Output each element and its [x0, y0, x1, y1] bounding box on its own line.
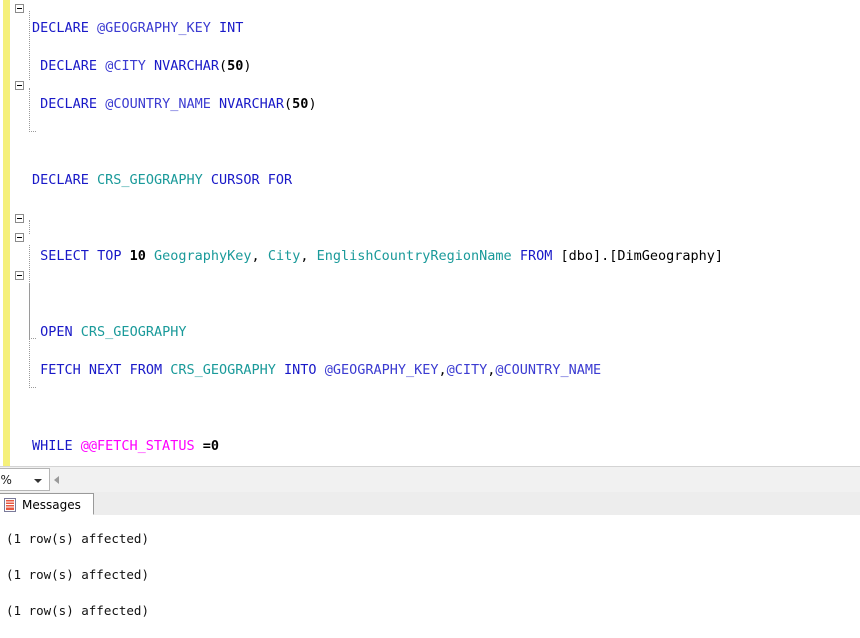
token-number: 50	[292, 96, 309, 112]
token-identifier: CRS_GEOGRAPHY	[170, 362, 276, 378]
code-line-1: DECLARE @GEOGRAPHY_KEY INT	[32, 19, 860, 38]
results-tabstrip: Messages	[0, 492, 860, 516]
fold-toggle-begin[interactable]	[15, 233, 24, 242]
token-keyword: NEXT	[88, 362, 122, 378]
fold-rail	[29, 88, 30, 132]
code-line-2: DECLARE @CITY NVARCHAR(50)	[32, 57, 860, 76]
token-variable: @CITY	[446, 362, 488, 378]
message-line: (1 row(s) affected)	[6, 603, 149, 618]
token-punct: ,	[300, 248, 309, 264]
token-number: 10	[129, 248, 146, 264]
code-line-9: OPEN CRS_GEOGRAPHY	[32, 323, 860, 342]
code-line-3: DECLARE @COUNTRY_NAME NVARCHAR(50)	[32, 95, 860, 114]
scroll-left-arrow-icon[interactable]	[54, 476, 59, 484]
token-variable: @COUNTRY_NAME	[105, 96, 211, 112]
token-keyword: INTO	[284, 362, 317, 378]
token-keyword: TOP	[97, 248, 122, 264]
token-variable: @CITY	[105, 58, 146, 74]
token-keyword: DECLARE	[32, 20, 89, 36]
token-identifier: GeographyKey	[154, 248, 252, 264]
token-punct: (	[219, 58, 228, 74]
token-keyword: DECLARE	[40, 96, 98, 112]
token-variable: @GEOGRAPHY_KEY	[324, 362, 439, 378]
token-keyword: INT	[218, 20, 244, 36]
token-keyword: CURSOR	[210, 172, 260, 188]
code-line-7: SELECT TOP 10 GeographyKey, City, Englis…	[32, 247, 860, 266]
fold-rail	[29, 220, 30, 234]
token-object: [dbo].[DimGeography]	[560, 248, 724, 264]
code-line-10: FETCH NEXT FROM CRS_GEOGRAPHY INTO @GEOG…	[32, 361, 860, 380]
token-punct: )	[243, 58, 252, 74]
message-line: (1 row(s) affected)	[6, 567, 149, 582]
token-identifier: CRS_GEOGRAPHY	[97, 172, 203, 188]
token-keyword: SELECT	[40, 248, 89, 264]
messages-document-icon	[4, 498, 16, 512]
results-pane: Messages (1 row(s) affected) (1 row(s) a…	[0, 492, 860, 638]
unsaved-change-bar	[3, 0, 10, 466]
token-keyword: FOR	[267, 172, 293, 188]
fold-toggle-insert[interactable]	[15, 271, 24, 280]
token-number: 50	[227, 58, 244, 74]
token-keyword: DECLARE	[40, 58, 98, 74]
token-keyword: WHILE	[32, 438, 73, 454]
fold-toggle-declare-cursor[interactable]	[15, 81, 24, 90]
editor-status-bar: 0 %	[0, 466, 860, 494]
fold-rail	[29, 11, 30, 80]
tab-messages-label: Messages	[22, 498, 81, 512]
token-keyword: FROM	[519, 248, 553, 264]
token-keyword: NVARCHAR	[153, 58, 219, 74]
token-identifier: CRS_GEOGRAPHY	[80, 324, 187, 340]
sql-code-text[interactable]: DECLARE @GEOGRAPHY_KEY INT DECLARE @CITY…	[32, 0, 860, 466]
tab-messages[interactable]: Messages	[0, 493, 94, 515]
fold-toggle-while[interactable]	[15, 214, 24, 223]
code-line-12: WHILE @@FETCH_STATUS =0	[32, 437, 860, 456]
token-keyword: DECLARE	[32, 172, 89, 188]
token-identifier: City	[267, 248, 301, 264]
token-identifier: EnglishCountryRegionName	[316, 248, 512, 264]
outlining-gutter[interactable]	[10, 0, 36, 466]
token-punct: )	[308, 96, 317, 112]
token-variable: @GEOGRAPHY_KEY	[97, 20, 211, 36]
token-punct: ,	[251, 248, 260, 264]
token-keyword: NVARCHAR	[219, 96, 285, 112]
token-number: =0	[202, 438, 219, 454]
message-line: (1 row(s) affected)	[6, 531, 149, 546]
token-global-variable: @@FETCH_STATUS	[80, 438, 195, 454]
token-keyword: OPEN	[40, 324, 73, 340]
token-keyword: FETCH	[40, 362, 81, 378]
token-variable: @COUNTRY_NAME	[495, 362, 602, 378]
sql-editor-pane[interactable]: DECLARE @GEOGRAPHY_KEY INT DECLARE @CITY…	[0, 0, 860, 466]
messages-output[interactable]: (1 row(s) affected) (1 row(s) affected) …	[0, 515, 860, 638]
fold-rail	[29, 283, 30, 339]
code-line-5: DECLARE CRS_GEOGRAPHY CURSOR FOR	[32, 171, 860, 190]
token-punct: (	[284, 96, 293, 112]
zoom-level-value: 0 %	[0, 473, 12, 487]
zoom-level-combobox[interactable]: 0 %	[0, 468, 50, 491]
token-keyword: FROM	[129, 362, 163, 378]
chevron-down-icon[interactable]	[34, 479, 42, 483]
token-punct: ,	[438, 362, 447, 378]
fold-toggle-declare-vars[interactable]	[15, 4, 24, 13]
